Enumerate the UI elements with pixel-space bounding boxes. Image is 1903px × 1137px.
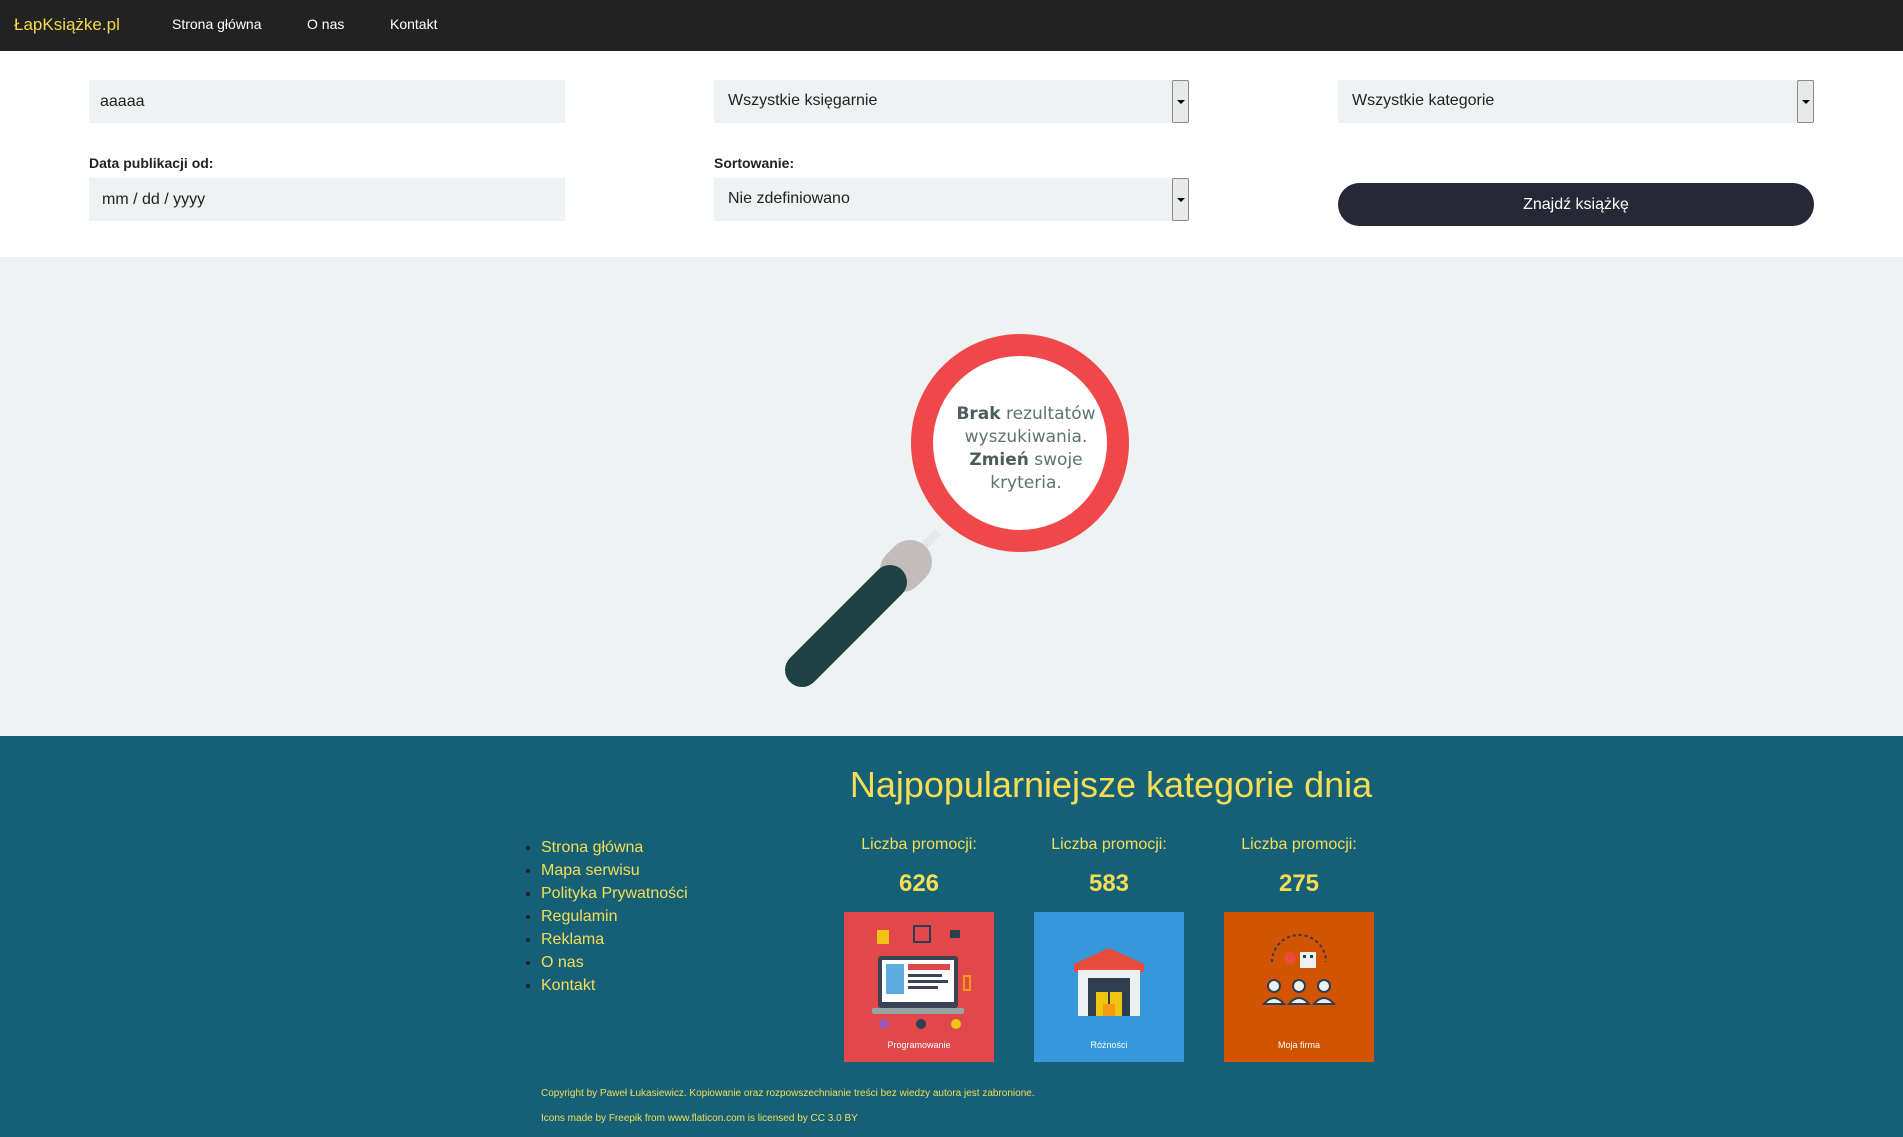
category-select-value: Wszystkie kategorie	[1352, 92, 1495, 109]
category-select[interactable]: Wszystkie kategorie	[1338, 80, 1814, 123]
sort-label: Sortowanie:	[714, 155, 795, 171]
footer-link-sitemap[interactable]: Mapa serwisu	[541, 859, 688, 882]
popular-categories-heading: Najpopularniejsze kategorie dnia	[849, 764, 1373, 805]
category-tile[interactable]: Różności	[1034, 912, 1184, 1062]
no-results-message: Brak rezultatów wyszukiwania. Zmień swoj…	[956, 404, 1096, 493]
find-book-button[interactable]: Znajdź książkę	[1338, 183, 1814, 226]
brand-logo[interactable]: ŁapKsiążke.pl	[14, 15, 120, 35]
sort-select[interactable]: Nie zdefiniowano	[714, 178, 1189, 221]
search-form: Wszystkie księgarnie Wszystkie kategorie…	[0, 51, 1903, 257]
top-navbar: ŁapKsiążke.pl Strona główna O nas Kontak…	[0, 0, 1903, 51]
chevron-down-icon[interactable]	[1797, 80, 1814, 123]
magnifier-icon	[785, 334, 1129, 687]
footer-link-about[interactable]: O nas	[541, 951, 688, 974]
icons-credit-text: Icons made by Freepik from www.flaticon.…	[541, 1113, 858, 1124]
category-tile[interactable]: Moja firma	[1224, 912, 1374, 1062]
nav-link-contact[interactable]: Kontakt	[390, 16, 437, 32]
date-label: Data publikacji od:	[89, 155, 214, 171]
promotions-count: 583	[1088, 870, 1130, 897]
footer-link-ads[interactable]: Reklama	[541, 928, 688, 951]
copyright-text: Copyright by Paweł Łukasiewicz. Kopiowan…	[541, 1088, 1035, 1099]
footer-links: Strona główna Mapa serwisu Polityka Pryw…	[541, 836, 688, 997]
chevron-down-icon[interactable]	[1172, 80, 1189, 123]
category-tile[interactable]: Programowanie	[844, 912, 994, 1062]
chevron-down-icon[interactable]	[1172, 178, 1189, 221]
date-input[interactable]: mm / dd / yyyy	[89, 178, 565, 221]
search-input[interactable]	[89, 80, 565, 123]
sort-select-value: Nie zdefiniowano	[728, 190, 850, 207]
footer-link-contact[interactable]: Kontakt	[541, 974, 688, 997]
promotions-label: Liczba promocji:	[1241, 836, 1357, 853]
footer-link-privacy[interactable]: Polityka Prywatności	[541, 882, 688, 905]
promotions-label: Liczba promocji:	[1051, 836, 1167, 853]
footer-link-terms[interactable]: Regulamin	[541, 905, 688, 928]
bookstore-select-value: Wszystkie księgarnie	[728, 92, 878, 109]
category-name: Moja firma	[1277, 1040, 1320, 1050]
promotions-label: Liczba promocji:	[861, 836, 977, 853]
bookstore-select[interactable]: Wszystkie księgarnie	[714, 80, 1189, 123]
nav-link-home[interactable]: Strona główna	[172, 16, 262, 32]
footer: Najpopularniejsze kategorie dnia Strona …	[0, 736, 1903, 1137]
promotions-count: 626	[898, 870, 940, 897]
date-placeholder: mm / dd / yyyy	[102, 191, 206, 208]
category-name: Różności	[1090, 1040, 1128, 1050]
nav-link-about[interactable]: O nas	[307, 16, 344, 32]
footer-link-home[interactable]: Strona główna	[541, 836, 688, 859]
category-name: Programowanie	[887, 1040, 951, 1050]
promotions-count: 275	[1278, 870, 1320, 897]
